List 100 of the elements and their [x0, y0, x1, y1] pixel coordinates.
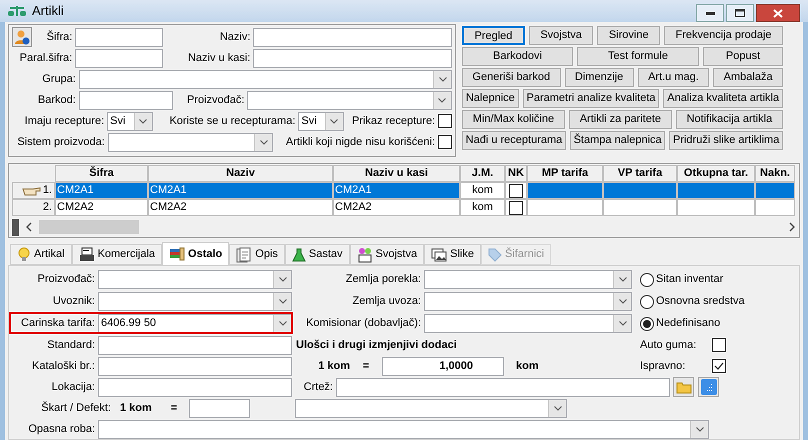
checkbox[interactable]	[712, 359, 726, 373]
minimize-button[interactable]	[696, 4, 724, 22]
chevron-down-icon	[330, 118, 338, 124]
combo-box[interactable]: Svi	[107, 112, 153, 130]
column-header[interactable]: Naziv	[148, 165, 333, 182]
checkbox[interactable]	[712, 338, 726, 352]
chevron-down-icon	[438, 76, 446, 82]
dropdown-button[interactable]	[613, 270, 631, 288]
input-field[interactable]	[253, 48, 452, 68]
radio-button[interactable]	[640, 272, 654, 286]
tab[interactable]: Sastav	[284, 244, 350, 265]
table-row[interactable]: 2. CM2A2 CM2A2 CM2A2 kom	[12, 199, 799, 216]
tab[interactable]: Svojstva	[350, 244, 424, 265]
tab[interactable]: Slike	[424, 244, 481, 265]
action-button[interactable]: Test formule	[577, 47, 699, 66]
input-field[interactable]	[75, 48, 163, 68]
input-field[interactable]	[98, 378, 292, 396]
dropdown-button[interactable]	[273, 270, 291, 288]
close-icon	[773, 8, 783, 18]
field-label: Uvoznik:	[52, 294, 96, 309]
action-button[interactable]: Popust	[703, 47, 783, 66]
action-button[interactable]: Generiši barkod	[462, 68, 560, 87]
dropdown-button[interactable]	[613, 292, 631, 310]
dropdown-button[interactable]	[324, 112, 343, 130]
table-cell: CM2A1	[333, 182, 460, 199]
action-button[interactable]: Nalepnice	[462, 89, 519, 108]
combo-box[interactable]: 6406.99 50	[98, 314, 292, 332]
notepad-icon	[236, 246, 252, 262]
action-button[interactable]: Dimenzije	[564, 68, 634, 87]
dropdown-button[interactable]	[273, 314, 291, 332]
action-button[interactable]: Pridruži slike artiklima	[669, 131, 784, 150]
action-button[interactable]: Notifikacija artikla	[676, 110, 783, 129]
action-button[interactable]: Svojstva	[528, 26, 594, 45]
dropdown-button[interactable]	[433, 70, 451, 88]
close-button[interactable]	[756, 4, 800, 22]
field-label: Carinska tarifa:	[20, 316, 96, 331]
column-header[interactable]: Otkupna tar.	[677, 165, 755, 182]
radio-button[interactable]	[640, 316, 654, 330]
chevron-down-icon	[618, 276, 626, 282]
action-button[interactable]: Analiza kvaliteta artikla	[663, 89, 783, 108]
dropdown-button[interactable]	[432, 92, 451, 108]
action-button[interactable]: Pregled	[462, 26, 525, 45]
action-button[interactable]: Nađi u recepturama	[462, 131, 566, 150]
user-info-button[interactable]	[12, 27, 32, 47]
input-field[interactable]	[75, 28, 163, 46]
column-header[interactable]: VP tarifa	[603, 165, 677, 182]
action-button[interactable]: Parametri analize kvaliteta	[522, 89, 660, 108]
dropdown-button[interactable]	[134, 112, 152, 130]
combo-box[interactable]: Svi	[298, 112, 344, 130]
table-cell: CM2A1	[55, 182, 148, 199]
column-header[interactable]: Nakn.	[755, 165, 795, 182]
chevron-down-icon	[278, 276, 286, 282]
column-header[interactable]: MP tarifa	[527, 165, 603, 182]
input-field[interactable]	[98, 356, 292, 376]
action-button[interactable]: Štampa nalepnica	[570, 131, 666, 150]
input-field[interactable]	[253, 28, 452, 46]
dropdown-button[interactable]	[613, 314, 631, 332]
dropdown-button[interactable]	[254, 134, 272, 150]
dropdown-button[interactable]	[273, 292, 291, 310]
flask-icon	[292, 248, 306, 262]
scrollbar-thumb[interactable]	[38, 220, 139, 234]
input-field[interactable]	[189, 398, 250, 418]
radio-button[interactable]	[640, 294, 654, 308]
action-button[interactable]: Barkodovi	[462, 47, 573, 66]
books-icon	[169, 247, 186, 261]
action-button[interactable]: Min/Max količine	[462, 110, 565, 129]
tab[interactable]: Ostalo	[162, 242, 230, 265]
table-cell: CM2A1	[148, 182, 333, 199]
column-header[interactable]: NK	[505, 165, 527, 182]
tab[interactable]: Artikal	[10, 244, 72, 265]
input-field[interactable]	[78, 90, 173, 110]
checkbox[interactable]	[509, 200, 523, 214]
dropdown-button[interactable]	[548, 400, 566, 416]
checkmark-icon	[714, 362, 724, 370]
action-button[interactable]: Frekvencija prodaje	[664, 26, 783, 45]
checkbox[interactable]	[438, 114, 452, 128]
input-field[interactable]: 1,0000	[382, 356, 504, 376]
field-label: Zemlja porekla:	[344, 272, 422, 287]
grid-dots-icon	[700, 379, 716, 395]
chevron-down-icon	[618, 320, 626, 326]
checkbox[interactable]	[438, 135, 452, 149]
tab[interactable]: Komercijala	[72, 244, 162, 265]
input-field[interactable]	[98, 336, 292, 354]
input-field[interactable]	[336, 378, 670, 396]
tab[interactable]: Opis	[229, 244, 285, 265]
action-button[interactable]: Art.u mag.	[638, 68, 710, 87]
column-header[interactable]: Šifra	[55, 165, 148, 182]
column-header[interactable]: J.M.	[460, 165, 505, 182]
checkbox[interactable]	[509, 184, 523, 198]
field-label: Kataloški br.:	[31, 358, 96, 374]
quantity-text: 1 kom	[119, 400, 153, 416]
table-row[interactable]: 1. CM2A1 CM2A1 CM2A1 kom	[12, 182, 799, 199]
action-button[interactable]: Sirovine	[597, 26, 660, 45]
action-button[interactable]: Ambalaža	[713, 68, 783, 87]
dropdown-button[interactable]	[690, 420, 708, 438]
action-button[interactable]: Artikli za paritete	[568, 110, 672, 129]
folder-button[interactable]	[673, 377, 694, 397]
lightbulb-icon	[17, 247, 31, 262]
maximize-button[interactable]	[726, 4, 754, 22]
column-header[interactable]: Naziv u kasi	[333, 165, 460, 182]
